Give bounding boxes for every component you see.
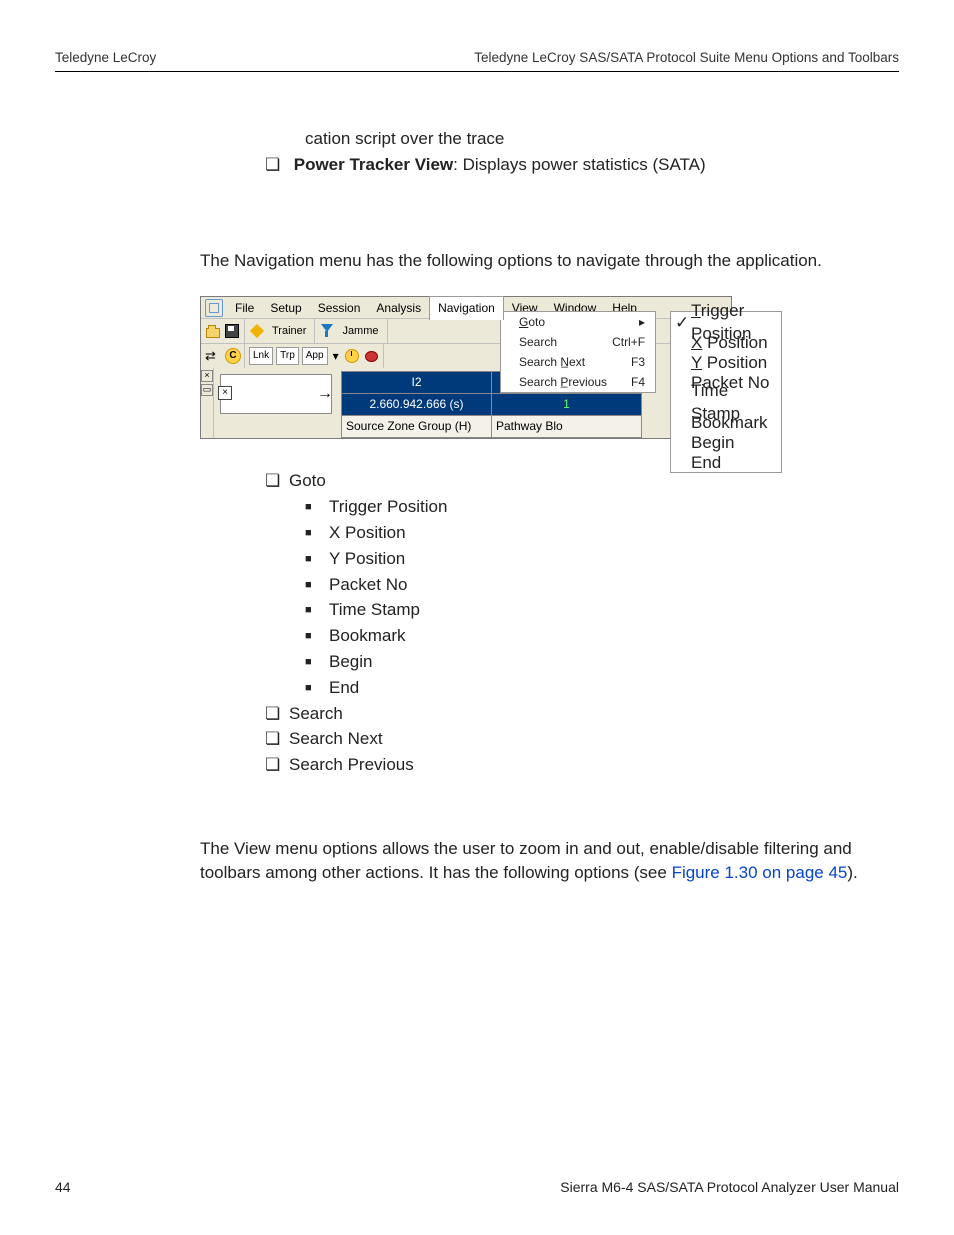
diamond-icon[interactable]	[249, 323, 265, 339]
power-tracker-label: Power Tracker View	[294, 155, 453, 174]
view-paragraph: The View menu options allows the user to…	[200, 837, 899, 885]
li-packet-no: Packet No	[305, 573, 899, 597]
cell-i2: I2	[341, 371, 492, 394]
menu-analysis[interactable]: Analysis	[368, 297, 429, 320]
goto-end[interactable]: End	[671, 452, 781, 472]
trp-button[interactable]: Trp	[276, 347, 299, 365]
app-button[interactable]: App	[302, 347, 328, 365]
nav-search[interactable]: SearchCtrl+F	[501, 332, 655, 352]
bug-icon[interactable]	[363, 348, 379, 364]
jammer-label: Jamme	[338, 324, 382, 339]
nav-search-next[interactable]: Search N̲extF3	[501, 352, 655, 372]
li-x-position: X Position	[305, 521, 899, 545]
li-search-next: Search Next	[265, 727, 899, 751]
li-goto: Goto	[265, 469, 899, 493]
close-panel-icon[interactable]: ×	[201, 370, 213, 382]
power-tracker-desc: : Displays power statistics (SATA)	[453, 155, 706, 174]
li-y-position: Y Position	[305, 547, 899, 571]
goto-y-position[interactable]: Y Position	[671, 352, 781, 372]
header-right: Teledyne LeCroy SAS/SATA Protocol Suite …	[474, 50, 899, 65]
cell-one: 1	[491, 393, 642, 416]
menu-file[interactable]: File	[227, 297, 262, 320]
li-search-previous: Search Previous	[265, 753, 899, 777]
circle-c-icon[interactable]	[224, 348, 240, 364]
li-trigger-position: Trigger Position	[305, 495, 899, 519]
trainer-label: Trainer	[268, 324, 310, 339]
panel-icon[interactable]: ▭	[201, 384, 213, 396]
figure-link[interactable]: Figure 1.30 on page 45	[672, 863, 848, 882]
li-begin: Begin	[305, 650, 899, 674]
li-end: End	[305, 676, 899, 700]
menu-setup[interactable]: Setup	[262, 297, 309, 320]
continued-line: cation script over the trace	[305, 127, 899, 151]
power-tracker-item: Power Tracker View: Displays power stati…	[265, 153, 899, 177]
footer-title: Sierra M6-4 SAS/SATA Protocol Analyzer U…	[560, 1179, 899, 1195]
menu-navigation[interactable]: Navigation	[429, 296, 504, 320]
lnk-button[interactable]: Lnk	[249, 347, 273, 365]
li-bookmark: Bookmark	[305, 624, 899, 648]
goto-trigger-position[interactable]: Trigger Position	[671, 312, 781, 332]
funnel-icon[interactable]	[319, 323, 335, 339]
nav-search-prev[interactable]: Search P̲reviousF4	[501, 372, 655, 392]
goto-bookmark[interactable]: Bookmark	[671, 412, 781, 432]
open-icon[interactable]	[205, 323, 221, 339]
goto-begin[interactable]: Begin	[671, 432, 781, 452]
page-number: 44	[55, 1179, 71, 1195]
header-left: Teledyne LeCroy	[55, 50, 156, 65]
x-box-icon[interactable]: ×	[218, 386, 232, 400]
arrows-icon[interactable]	[205, 348, 221, 364]
app-logo-icon	[205, 299, 223, 317]
navigation-dropdown: Goto SearchCtrl+F Search N̲extF3 Search …	[500, 311, 656, 393]
menu-session[interactable]: Session	[310, 297, 369, 320]
port-box	[220, 374, 332, 414]
cell-time: 2.660.942.666 (s)	[341, 393, 492, 416]
save-icon[interactable]	[224, 323, 240, 339]
li-time-stamp: Time Stamp	[305, 598, 899, 622]
goto-submenu: Trigger Position X Position Y Position P…	[670, 311, 782, 473]
nav-paragraph: The Navigation menu has the following op…	[200, 249, 899, 273]
cell-path: Pathway Blo	[491, 415, 642, 438]
nav-goto[interactable]: Goto	[501, 312, 655, 332]
goto-x-position[interactable]: X Position	[671, 332, 781, 352]
goto-time-stamp[interactable]: Time Stamp	[671, 392, 781, 412]
clock-icon[interactable]	[344, 348, 360, 364]
li-search: Search	[265, 702, 899, 726]
cell-src: Source Zone Group (H)	[341, 415, 492, 438]
